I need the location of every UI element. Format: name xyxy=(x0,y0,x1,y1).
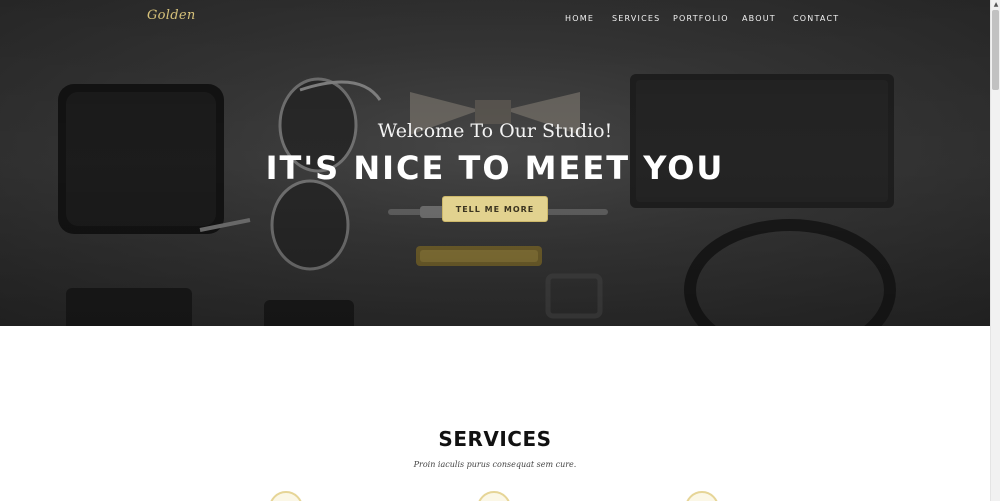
tell-me-more-button[interactable]: TELL ME MORE xyxy=(442,196,548,222)
service-icon-2 xyxy=(477,491,511,501)
service-icon-1 xyxy=(269,491,303,501)
page: Golden HOME SERVICES PORTFOLIO ABOUT CON… xyxy=(0,0,1000,501)
page-scrollbar[interactable]: ▲ xyxy=(990,0,1000,501)
service-icon-3 xyxy=(685,491,719,501)
knife-shape xyxy=(416,246,542,266)
buckle-shape xyxy=(545,273,603,319)
scrollbar-thumb[interactable] xyxy=(992,10,999,90)
nav-services[interactable]: SERVICES xyxy=(612,14,673,23)
hero-section: Golden HOME SERVICES PORTFOLIO ABOUT CON… xyxy=(0,0,990,326)
nav-about[interactable]: ABOUT xyxy=(742,14,793,23)
services-title: SERVICES xyxy=(438,427,552,451)
main-nav: HOME SERVICES PORTFOLIO ABOUT CONTACT xyxy=(565,14,853,23)
hero-subheading: Welcome To Our Studio! xyxy=(377,120,613,142)
logo[interactable]: Golden xyxy=(147,8,196,23)
nav-portfolio[interactable]: PORTFOLIO xyxy=(673,14,742,23)
services-subtitle: Proin iaculis purus consequat sem cure. xyxy=(413,460,577,469)
scroll-up-arrow-icon[interactable]: ▲ xyxy=(992,1,1000,9)
nav-home[interactable]: HOME xyxy=(565,14,612,23)
hero-heading: IT'S NICE TO MEET YOU xyxy=(265,149,725,187)
phone-shape xyxy=(66,288,354,326)
belt-shape xyxy=(684,219,896,326)
nav-contact[interactable]: CONTACT xyxy=(793,14,853,23)
